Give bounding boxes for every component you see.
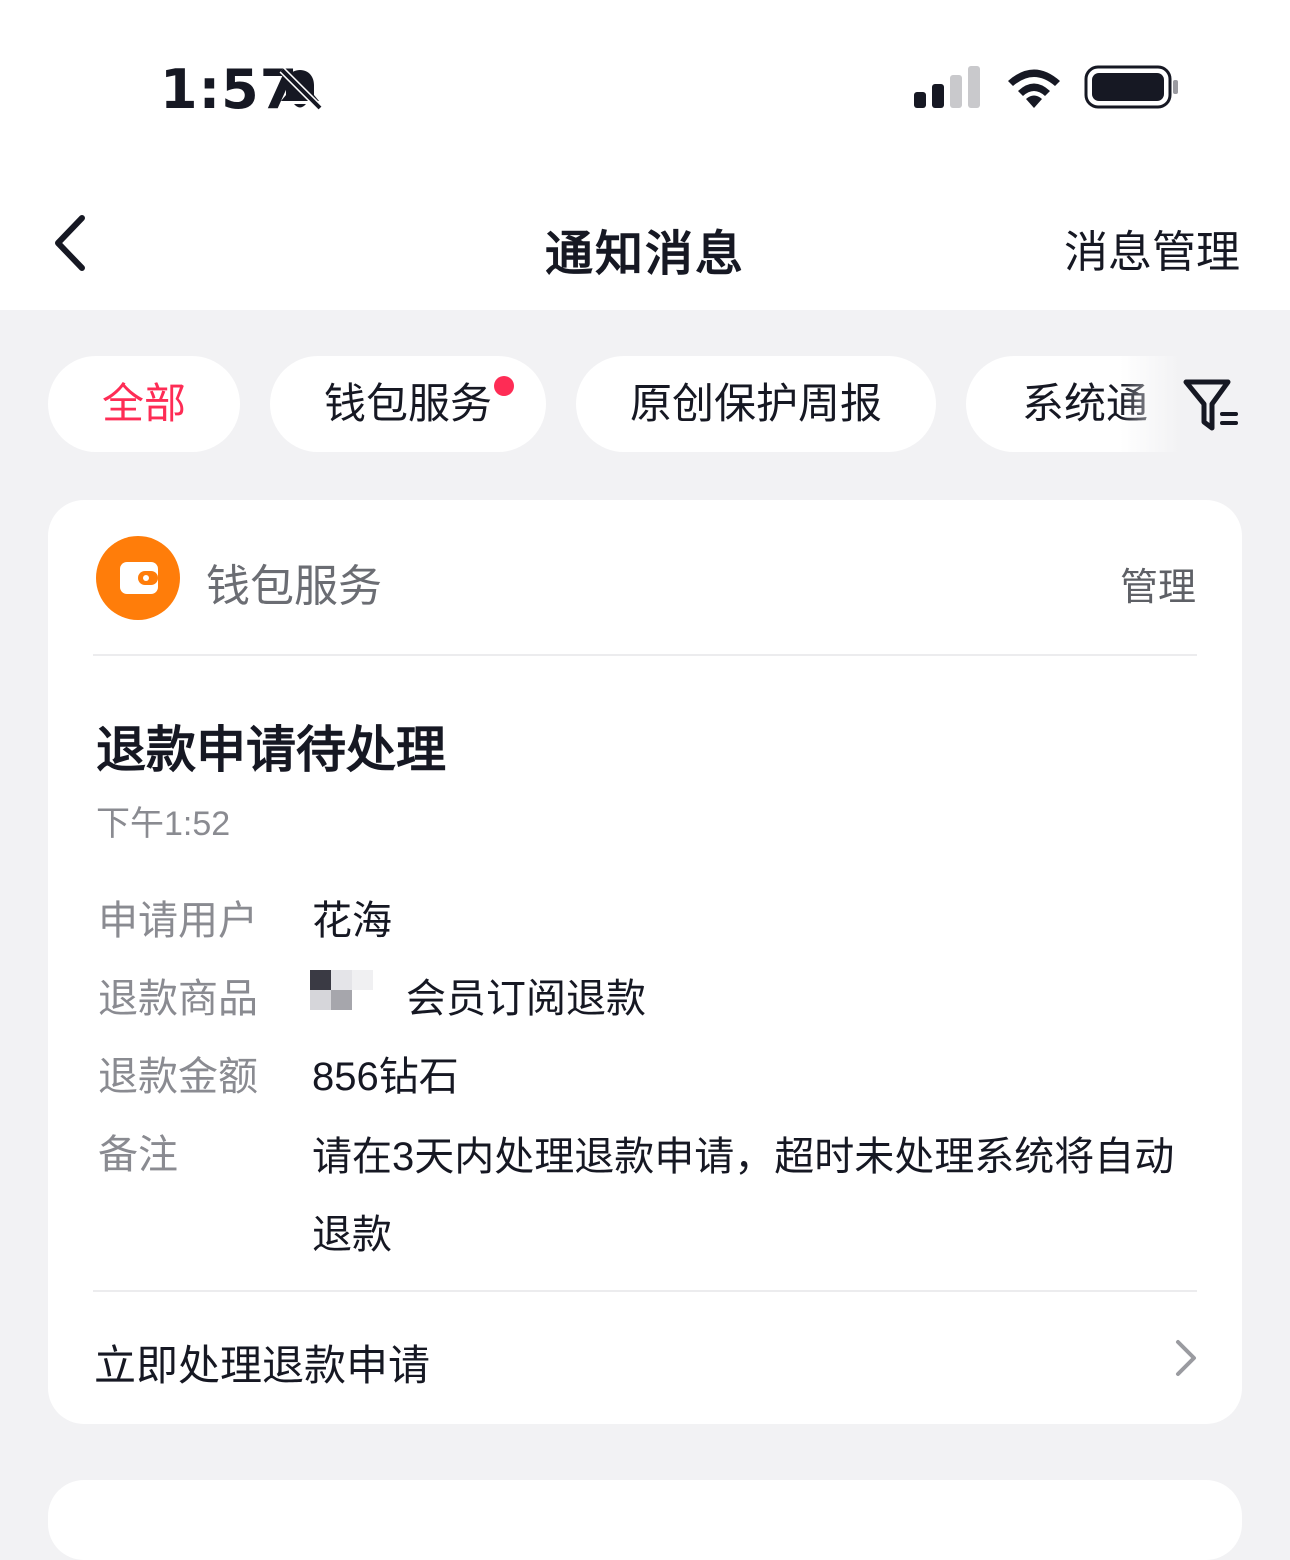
battery-icon [1084, 65, 1178, 109]
navigation-bar: 通知消息 消息管理 [0, 180, 1290, 310]
divider [93, 654, 1197, 656]
process-refund-link[interactable]: 立即处理退款申请 [48, 1294, 1242, 1424]
wallet-service-avatar [96, 536, 180, 620]
status-bar: 1:57 [0, 0, 1290, 180]
remark-label: 备注 [98, 1133, 178, 1177]
filter-icon[interactable] [1180, 376, 1240, 436]
remark-value: 请在3天内处理退款申请，超时未处理系统将自动退款 [312, 1135, 1175, 1257]
message-management-button[interactable]: 消息管理 [1064, 216, 1240, 280]
tab-wallet-service[interactable]: 钱包服务 [270, 356, 546, 452]
divider [93, 1290, 1197, 1292]
tab-original-protection-weekly[interactable]: 原创保护周报 [576, 356, 936, 452]
service-manage-button[interactable]: 管理 [1120, 556, 1196, 611]
category-tabs: 全部 钱包服务 原创保护周报 系统通 [0, 356, 1290, 454]
tab-label: 钱包服务 [323, 380, 492, 427]
service-name: 钱包服务 [206, 562, 382, 611]
chevron-right-icon [1176, 1340, 1196, 1376]
refund-amount-label: 退款金额 [98, 1055, 258, 1099]
refund-amount-value: 856钻石 [312, 1055, 459, 1099]
refund-product-value: 会员订阅退款 [406, 977, 646, 1021]
applicant-value: 花海 [312, 899, 392, 943]
wallet-icon [120, 562, 158, 594]
next-notification-card [48, 1480, 1242, 1560]
wifi-icon [1008, 69, 1060, 108]
unread-dot-badge [494, 376, 514, 396]
refund-product-label: 退款商品 [98, 977, 258, 1021]
process-refund-label: 立即处理退款申请 [94, 1342, 431, 1389]
message-title: 退款申请待处理 [96, 722, 446, 778]
bell-slash-icon [279, 67, 323, 111]
notification-card: 钱包服务 管理 退款申请待处理 下午1:52 申请用户 花海 退款商品 会员订阅… [48, 500, 1242, 1424]
applicant-label: 申请用户 [98, 899, 258, 943]
cellular-signal-icon [914, 66, 980, 108]
redacted-thumbnail [310, 970, 374, 1010]
message-timestamp: 下午1:52 [96, 805, 231, 843]
tab-all[interactable]: 全部 [48, 356, 240, 452]
